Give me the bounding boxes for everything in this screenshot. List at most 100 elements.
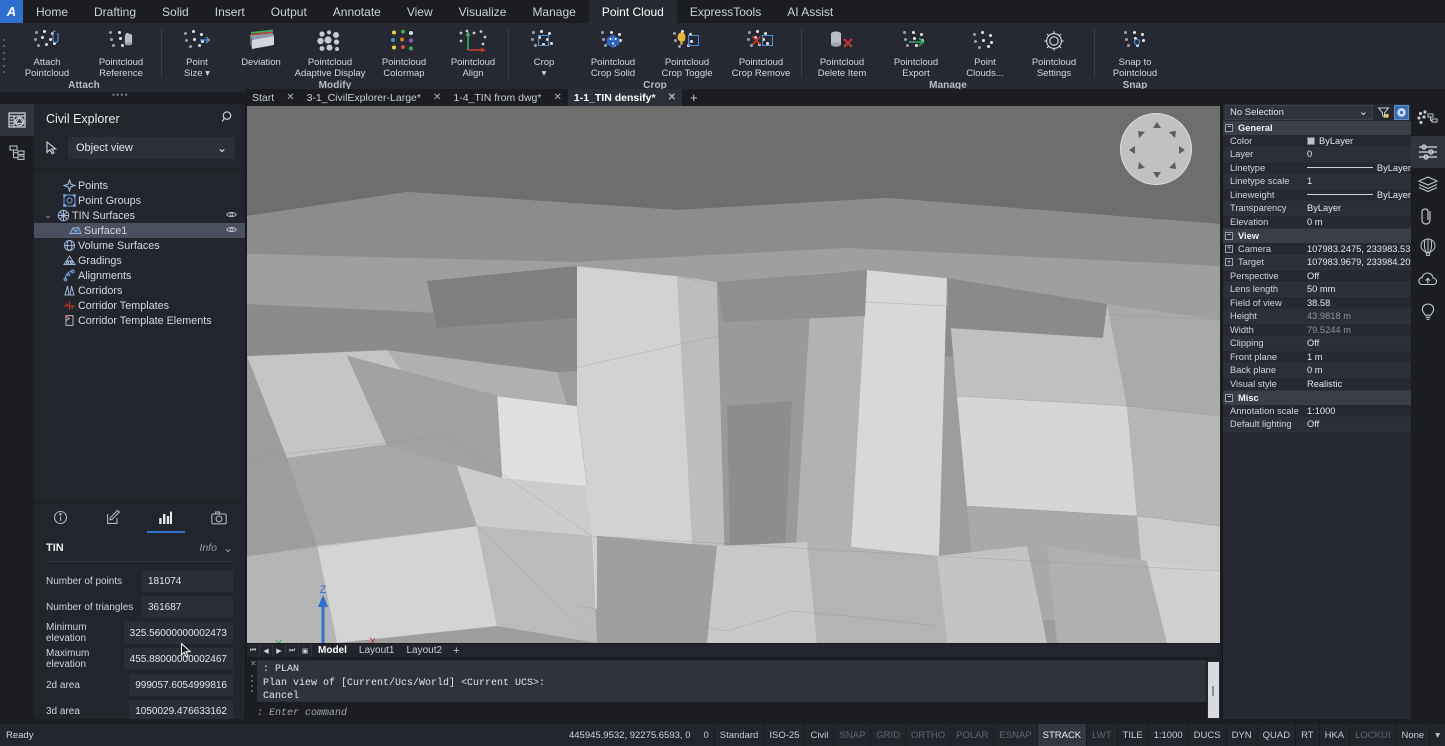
property-value[interactable]: 0 — [1303, 149, 1411, 159]
status-toggle-0[interactable]: 0 — [698, 724, 714, 746]
layout-nav-button-3[interactable]: ⏭ — [286, 644, 299, 657]
explorer-tab-edit-properties[interactable] — [91, 503, 135, 533]
tin-property-value[interactable]: 325.56000000002473 — [124, 622, 233, 644]
status-toggle-lockui[interactable]: LOCKUI — [1350, 724, 1396, 746]
nav-compass-icon[interactable] — [1120, 113, 1192, 185]
property-value[interactable]: 107983.9679, 233984.2024 — [1303, 257, 1411, 267]
collapse-icon[interactable]: − — [1225, 232, 1233, 240]
status-toggle-rt[interactable]: RT — [1296, 724, 1320, 746]
status-toggle-none[interactable]: None — [1397, 724, 1431, 746]
layout-nav-button-0[interactable]: ⏮ — [247, 644, 260, 657]
layout-tab-model[interactable]: Model — [312, 644, 353, 658]
ribbon-tab-home[interactable]: Home — [23, 0, 81, 23]
status-toggle-iso-25[interactable]: ISO-25 — [764, 724, 805, 746]
tin-property-value[interactable]: 455.88000000002467 — [124, 648, 233, 670]
property-value[interactable]: Off — [1303, 271, 1411, 281]
status-toggle-strack[interactable]: STRACK — [1038, 724, 1088, 746]
eye-visibility-icon[interactable] — [226, 209, 237, 223]
ribbon-button-point-clouds[interactable]: Point Clouds... — [953, 26, 1017, 79]
tree-item-alignments[interactable]: Alignments — [34, 268, 245, 283]
status-toggle-hka[interactable]: HKA — [1320, 724, 1351, 746]
ribbon-button-crop-remove[interactable]: Pointcloud Crop Remove — [724, 26, 798, 79]
document-tab[interactable]: Start✕ — [246, 89, 301, 106]
filter-funnel-icon[interactable] — [1376, 105, 1391, 120]
ribbon-tab-ai-assist[interactable]: AI Assist — [774, 0, 846, 23]
ribbon-grip-handle[interactable] — [3, 39, 7, 73]
cloud-upload-icon[interactable] — [1411, 264, 1445, 296]
layout-nav-button-2[interactable]: ▶ — [273, 644, 286, 657]
tips-bulb-icon[interactable] — [1411, 296, 1445, 328]
new-tab-button[interactable]: + — [682, 90, 706, 105]
structure-tree-icon[interactable] — [0, 136, 34, 168]
status-toggle--[interactable]: ▾ — [1430, 724, 1445, 746]
ribbon-button-export[interactable]: Pointcloud Export — [879, 26, 953, 79]
explorer-tab-info-circle[interactable] — [38, 503, 82, 533]
property-group-general[interactable]: −General — [1223, 121, 1411, 135]
tin-property-value[interactable]: 361687 — [142, 596, 233, 618]
tree-item-points[interactable]: Points — [34, 178, 245, 193]
status-coordinates[interactable]: 445945.9532, 92275.6593, 0 — [561, 730, 699, 741]
selection-dropdown[interactable]: No Selection ⌄ — [1225, 105, 1373, 120]
ribbon-button-pointcloud-attach[interactable]: Attach Pointcloud — [10, 26, 84, 79]
ribbon-button-align[interactable]: Pointcloud Align — [441, 26, 505, 79]
ribbon-button-colormap[interactable]: Pointcloud Colormap — [367, 26, 441, 79]
property-value[interactable]: Off — [1303, 338, 1411, 348]
collapse-icon[interactable]: − — [1225, 394, 1233, 402]
expand-icon[interactable]: + — [1225, 258, 1233, 266]
app-logo-button[interactable]: A — [0, 0, 23, 23]
ribbon-button-crop-solid[interactable]: Pointcloud Crop Solid — [576, 26, 650, 79]
chevron-down-icon[interactable]: ⌄ — [223, 544, 233, 552]
status-toggle-dyn[interactable]: DYN — [1227, 724, 1258, 746]
property-value[interactable]: ByLayer — [1303, 190, 1411, 200]
property-value[interactable]: 79.5244 m — [1303, 325, 1411, 335]
tree-item-tin-surfaces[interactable]: ⌄ TIN Surfaces — [34, 208, 245, 223]
explorer-tab-camera[interactable] — [197, 503, 241, 533]
property-value[interactable]: 1:1000 — [1303, 406, 1411, 416]
status-toggle-snap[interactable]: SNAP — [834, 724, 871, 746]
ribbon-button-snap-pointcloud[interactable]: Snap to Pointcloud — [1098, 26, 1172, 79]
command-scrollbar[interactable] — [1207, 660, 1220, 720]
settings-sliders-icon[interactable] — [1411, 136, 1445, 168]
ribbon-button-crop-toggle[interactable]: Pointcloud Crop Toggle — [650, 26, 724, 79]
ribbon-button-delete-item[interactable]: Pointcloud Delete Item — [805, 26, 879, 79]
close-icon[interactable]: ✕ — [433, 92, 441, 103]
property-value[interactable]: 107983.2475, 233983.5318 — [1303, 244, 1411, 254]
ribbon-tab-drafting[interactable]: Drafting — [81, 0, 149, 23]
ribbon-tab-solid[interactable]: Solid — [149, 0, 202, 23]
tree-item-corridor-templates[interactable]: Corridor Templates — [34, 298, 245, 313]
ribbon-tab-manage[interactable]: Manage — [519, 0, 588, 23]
command-close-icon[interactable]: ✕ — [250, 659, 257, 668]
layout-nav-button-1[interactable]: ◀ — [260, 644, 273, 657]
property-value[interactable]: Realistic — [1303, 379, 1411, 389]
layout-tab-layout2[interactable]: Layout2 — [400, 644, 448, 658]
property-value[interactable]: 1 — [1303, 176, 1411, 186]
add-layout-button[interactable]: + — [448, 645, 464, 657]
property-value[interactable]: 0 m — [1303, 217, 1411, 227]
ribbon-button-deviation[interactable]: Deviation — [229, 26, 293, 69]
tree-item-corridors[interactable]: Corridors — [34, 283, 245, 298]
ribbon-tab-visualize[interactable]: Visualize — [446, 0, 520, 23]
tin-property-value[interactable]: 181074 — [142, 570, 233, 592]
ribbon-tab-expresstools[interactable]: ExpressTools — [677, 0, 774, 23]
property-value[interactable]: 0 m — [1303, 365, 1411, 375]
object-view-dropdown[interactable]: Object view ⌄ — [68, 137, 235, 159]
status-toggle-polar[interactable]: POLAR — [951, 724, 994, 746]
document-tab[interactable]: 1-4_TIN from dwg*✕ — [447, 89, 568, 106]
ribbon-tab-view[interactable]: View — [394, 0, 446, 23]
drawing-explorer-icon[interactable] — [0, 104, 34, 136]
layout-nav-button-4[interactable]: ▣ — [299, 644, 312, 657]
status-toggle-tile[interactable]: TILE — [1118, 724, 1149, 746]
tree-item-corridor-template-elements[interactable]: Corridor Template Elements — [34, 313, 245, 328]
status-toggle-ortho[interactable]: ORTHO — [906, 724, 951, 746]
layout-tab-layout1[interactable]: Layout1 — [353, 644, 401, 658]
explorer-tab-statistics-bar[interactable] — [144, 503, 188, 533]
ribbon-button-settings-gear[interactable]: Pointcloud Settings — [1017, 26, 1091, 79]
attachments-clip-icon[interactable] — [1411, 200, 1445, 232]
status-toggle-civil[interactable]: Civil — [805, 724, 834, 746]
ribbon-tab-annotate[interactable]: Annotate — [320, 0, 394, 23]
close-icon[interactable]: ✕ — [553, 92, 561, 103]
render-balloon-icon[interactable] — [1411, 232, 1445, 264]
property-group-misc[interactable]: −Misc — [1223, 391, 1411, 405]
property-value[interactable]: ByLayer — [1303, 203, 1411, 213]
ribbon-tab-output[interactable]: Output — [258, 0, 320, 23]
